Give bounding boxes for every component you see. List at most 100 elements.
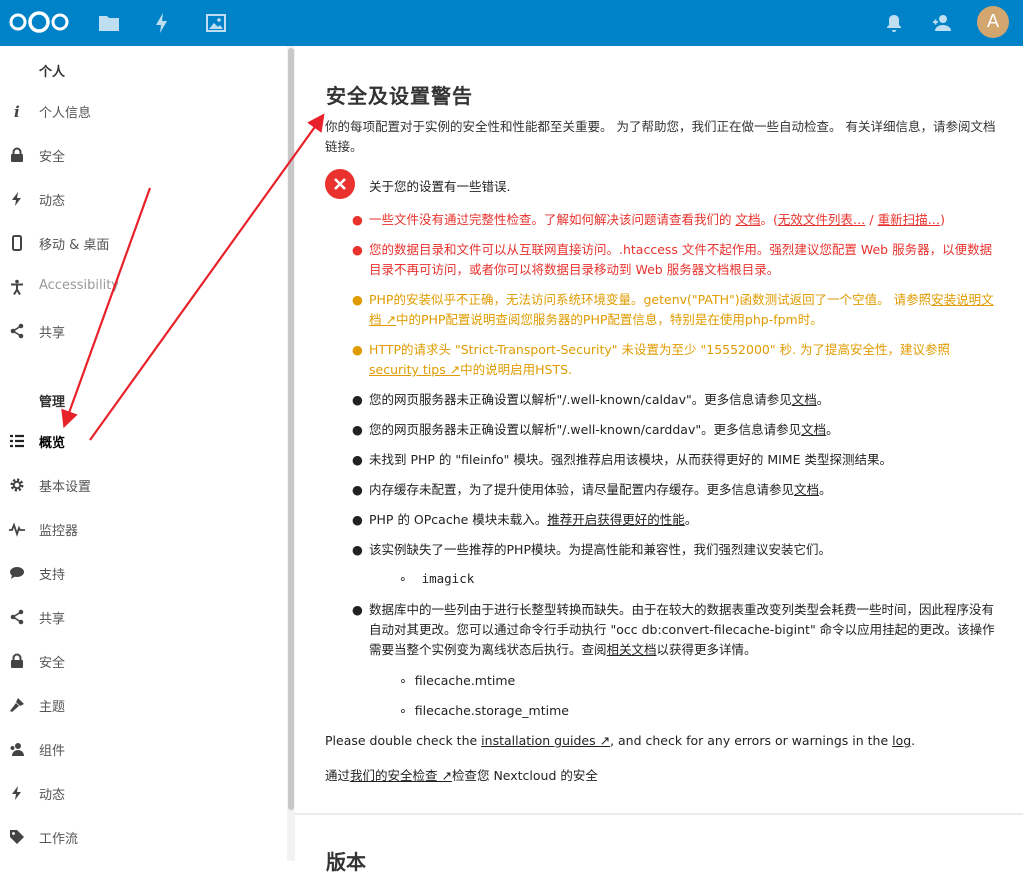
- sidebar-item-basic-settings[interactable]: 基本设置: [0, 468, 287, 504]
- bullet: ●: [352, 542, 363, 557]
- warning-integrity: 一些文件没有通过完整性检查。了解如何解决该问题请查看我们的 文档。(无效文件列表…: [369, 210, 999, 230]
- warning-text: 一些文件没有通过完整性检查。了解如何解决该问题请查看我们的: [369, 212, 736, 227]
- notifications-icon[interactable]: [882, 11, 906, 35]
- error-icon: [325, 169, 355, 199]
- sidebar-item-label: 基本设置: [39, 480, 92, 495]
- bullet: ●: [352, 602, 363, 617]
- warning-text: /: [865, 212, 878, 227]
- sidebar-item-label: Accessibility: [39, 278, 119, 293]
- sidebar-item-sharing-personal[interactable]: 共享: [0, 314, 287, 350]
- info-icon: i: [14, 103, 20, 119]
- sidebar-item-apps[interactable]: 组件: [0, 732, 287, 768]
- sidebar-item-overview[interactable]: 概览: [0, 424, 287, 460]
- missing-column-item: ∘ filecache.storage_mtime: [399, 703, 569, 718]
- docs-link[interactable]: 文档: [794, 482, 819, 497]
- docs-link[interactable]: 文档: [735, 212, 760, 227]
- lock-icon: [11, 653, 23, 668]
- module-name: imagick: [421, 571, 475, 586]
- double-check-text: Please double check the installation gui…: [325, 733, 915, 748]
- warning-hsts: HTTP的请求头 "Strict-Transport-Security" 未设置…: [369, 340, 999, 380]
- sidebar-item-label: 组件: [39, 744, 66, 759]
- brush-icon: [10, 698, 24, 712]
- docs-link[interactable]: 文档: [801, 422, 826, 437]
- scan-text: 检查您 Nextcloud 的安全: [451, 768, 598, 783]
- warning-text: 。: [684, 512, 698, 527]
- warning-text: 中的说明启用HSTS.: [460, 362, 573, 377]
- rescan-link[interactable]: 重新扫描…: [878, 212, 941, 227]
- bullet: ●: [352, 452, 363, 467]
- sidebar-item-label: 移动 & 桌面: [39, 238, 110, 253]
- sidebar-item-theming[interactable]: 主题: [0, 688, 287, 724]
- sidebar-item-activity-personal[interactable]: 动态: [0, 182, 287, 218]
- lock-icon: [11, 147, 23, 162]
- docs-link[interactable]: 文档: [792, 392, 817, 407]
- bullet: ●: [352, 512, 363, 527]
- security-scan-link[interactable]: 我们的安全检查 ↗: [350, 768, 452, 783]
- sidebar-item-mobile-desktop[interactable]: 移动 & 桌面: [0, 226, 287, 262]
- warning-data-directory: 您的数据目录和文件可以从互联网直接访问。.htaccess 文件不起作用。强烈建…: [369, 242, 993, 277]
- admin-section-title: 管理: [39, 395, 66, 410]
- tag-icon: [10, 830, 24, 844]
- sidebar-item-monitoring[interactable]: 监控器: [0, 512, 287, 548]
- installation-guides-link[interactable]: installation guides ↗: [481, 733, 610, 748]
- contacts-icon[interactable]: [930, 11, 954, 35]
- personal-section-title: 个人: [39, 65, 66, 80]
- missing-module-item: ∘ imagick: [399, 571, 475, 586]
- opcache-link[interactable]: 推荐开启获得更好的性能: [547, 512, 685, 527]
- sidebar-item-label: 动态: [39, 194, 66, 209]
- intro-text: 你的每项配置对于实例的安全性和性能都至关重要。 为了帮助您，我们正在做一些自动检…: [325, 119, 996, 154]
- share-icon: [10, 323, 24, 339]
- nextcloud-logo[interactable]: [8, 11, 70, 33]
- sidebar-item-personal-info[interactable]: i 个人信息: [0, 94, 287, 130]
- sidebar-item-label: 支持: [39, 568, 66, 583]
- warning-php-modules: 该实例缺失了一些推荐的PHP模块。为提高性能和兼容性，我们强烈建议安装它们。: [369, 542, 831, 557]
- sidebar-item-label: 共享: [39, 612, 66, 627]
- bullet: ●: [352, 392, 363, 407]
- sidebar-item-activity-admin[interactable]: 动态: [0, 776, 287, 812]
- chat-icon: [10, 567, 24, 579]
- sidebar-item-accessibility[interactable]: Accessibility: [0, 270, 287, 306]
- gear-icon: [10, 478, 24, 492]
- bullet: ●: [352, 292, 363, 307]
- activity-icon: [12, 192, 21, 206]
- log-link[interactable]: log: [892, 733, 911, 748]
- warning-text: 以获得更多详情。: [656, 642, 757, 657]
- sidebar-item-workflow[interactable]: 工作流: [0, 820, 287, 856]
- list-icon: [10, 434, 24, 448]
- activity-icon[interactable]: [150, 11, 174, 35]
- check-text: .: [911, 733, 916, 748]
- sidebar-item-security-personal[interactable]: 安全: [0, 138, 287, 174]
- missing-column-item: ∘ filecache.mtime: [399, 673, 516, 688]
- sidebar-item-label: 监控器: [39, 524, 79, 539]
- warning-text: 您的网页服务器未正确设置以解析"/.well-known/carddav"。更多…: [369, 422, 802, 437]
- bullet: ●: [352, 242, 363, 257]
- avatar[interactable]: A: [977, 6, 1009, 38]
- bullet: ●: [352, 422, 363, 437]
- section-divider: [295, 813, 1023, 815]
- warning-text: 中的PHP配置说明查阅您服务器的PHP配置信息，特别是在使用php-fpm时。: [395, 312, 823, 327]
- warning-bigint: 数据库中的一些列由于进行长整型转换而缺失。由于在较大的数据表重改变列类型会耗费一…: [369, 600, 999, 660]
- warning-text: 内存缓存未配置，为了提升使用体验，请尽量配置内存缓存。更多信息请参见: [369, 482, 795, 497]
- warning-text: 您的网页服务器未正确设置以解析"/.well-known/caldav"。更多信…: [369, 392, 792, 407]
- sidebar-scrollbar-thumb[interactable]: [288, 48, 294, 810]
- security-tips-link[interactable]: security tips ↗: [369, 362, 460, 377]
- sidebar-item-sharing-admin[interactable]: 共享: [0, 600, 287, 636]
- bullet: ●: [352, 482, 363, 497]
- files-icon[interactable]: [97, 11, 121, 35]
- accessibility-icon: [11, 279, 23, 295]
- error-heading: 关于您的设置有一些错误.: [369, 179, 511, 194]
- check-text: Please double check the: [325, 733, 482, 748]
- invalid-files-link[interactable]: 无效文件列表…: [778, 212, 866, 227]
- sidebar-item-label: 安全: [39, 150, 66, 165]
- sidebar-item-label: 主题: [39, 700, 66, 715]
- page-title: 安全及设置警告: [326, 84, 473, 108]
- check-text: , and check for any errors or warnings i…: [610, 733, 893, 748]
- gallery-icon[interactable]: [204, 11, 228, 35]
- related-docs-link[interactable]: 相关文档: [607, 642, 657, 657]
- warning-text: ): [940, 212, 945, 227]
- sidebar-item-label: 工作流: [39, 832, 79, 847]
- sidebar-item-security-admin[interactable]: 安全: [0, 644, 287, 680]
- sidebar-item-support[interactable]: 支持: [0, 556, 287, 592]
- sidebar-item-label: 个人信息: [39, 106, 92, 121]
- warning-text: PHP的安装似乎不正确，无法访问系统环境变量。getenv("PATH")函数测…: [369, 292, 932, 307]
